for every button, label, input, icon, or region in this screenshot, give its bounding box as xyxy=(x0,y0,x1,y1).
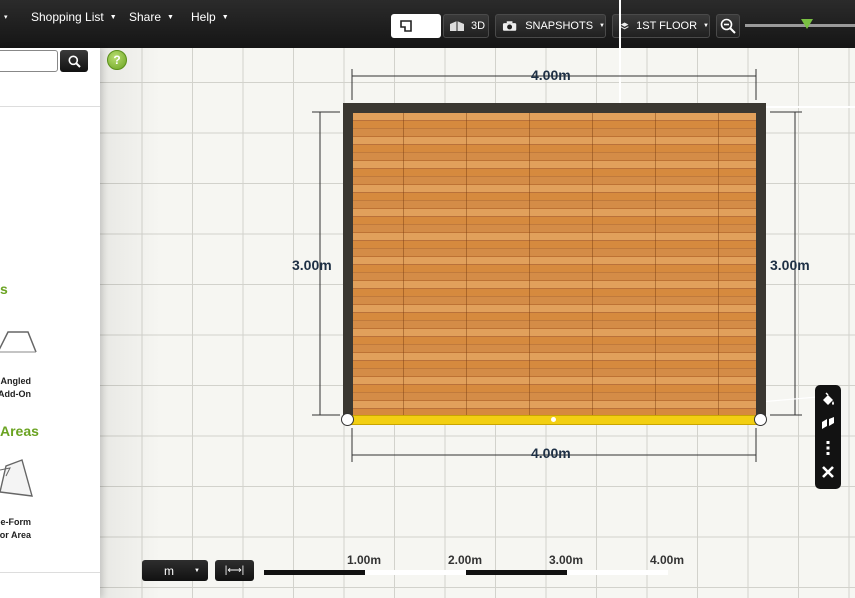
search-icon xyxy=(68,55,81,68)
chevron-down-icon: ▼ xyxy=(194,567,200,574)
measure-icon: |⟷| xyxy=(224,565,245,576)
bottom-dimension-label: 4.00m xyxy=(531,445,571,461)
search-button[interactable] xyxy=(60,50,88,72)
panel-divider xyxy=(0,106,100,107)
top-dimension-label: 4.00m xyxy=(531,67,571,83)
view-3d-button[interactable]: 3D xyxy=(443,14,489,38)
panel-divider-bottom xyxy=(0,572,100,573)
house-3d-icon xyxy=(450,21,464,31)
wall-midpoint-handle[interactable] xyxy=(551,417,556,422)
scale-bar-segment xyxy=(264,570,365,575)
scale-label: 2.00m xyxy=(448,553,483,567)
menu-help[interactable]: Help ▼ xyxy=(191,10,229,24)
view-indicator-frame xyxy=(619,0,855,108)
more-options-icon[interactable] xyxy=(820,440,836,459)
chevron-down-icon: ▼ xyxy=(599,23,605,29)
angled-addon-label[interactable]: Angled Add-On xyxy=(0,375,31,401)
view-2d-button[interactable] xyxy=(391,14,441,38)
close-icon[interactable] xyxy=(820,464,836,483)
section-heading-1: s xyxy=(0,281,8,297)
scale-label: 1.00m xyxy=(347,553,382,567)
scale-bar-segment xyxy=(365,570,466,575)
camera-icon xyxy=(502,21,517,31)
paint-bucket-icon[interactable] xyxy=(820,391,836,411)
chevron-down-icon: ▼ xyxy=(109,14,117,21)
menu-shopping-list-label: Shopping List xyxy=(31,10,104,24)
menu-share[interactable]: Share ▼ xyxy=(129,10,174,24)
view-3d-label: 3D xyxy=(471,20,486,32)
left-panel: s Angled Add-On Areas ee-Form oor Area xyxy=(0,48,100,598)
left-dimension-label: 3.00m xyxy=(292,257,332,273)
section-heading-areas: Areas xyxy=(0,423,39,439)
wall-context-toolbar xyxy=(815,385,841,489)
angled-addon-thumbnail[interactable] xyxy=(0,322,40,362)
wall-endpoint-handle-left[interactable] xyxy=(341,413,354,426)
menu-help-label: Help xyxy=(191,10,216,24)
wall-endpoint-handle-right[interactable] xyxy=(754,413,767,426)
units-select[interactable]: m ▼ xyxy=(142,560,208,581)
measure-tool-button[interactable]: |⟷| xyxy=(215,560,254,581)
units-value: m xyxy=(164,563,174,578)
search-input[interactable] xyxy=(0,50,58,72)
scale-label: 4.00m xyxy=(650,553,685,567)
right-dimension-label: 3.00m xyxy=(770,257,810,273)
scale-bar-segment xyxy=(567,570,668,575)
scale-bar-segment xyxy=(466,570,567,575)
wall-split-icon[interactable] xyxy=(820,416,836,435)
chevron-down-icon: ▼ xyxy=(167,14,174,21)
help-icon[interactable]: ? xyxy=(107,50,127,70)
menu-share-label: Share xyxy=(129,10,162,24)
freeform-floor-thumbnail[interactable] xyxy=(0,456,36,506)
chevron-down-icon: ▼ xyxy=(221,14,229,21)
snapshots-button[interactable]: SNAPSHOTS ▼ xyxy=(495,14,606,38)
scale-label: 3.00m xyxy=(549,553,584,567)
floorplan-icon xyxy=(400,20,412,32)
canvas-shadow xyxy=(100,48,160,598)
freeform-floor-label[interactable]: ee-Form oor Area xyxy=(0,516,31,542)
snapshots-label: SNAPSHOTS xyxy=(525,20,594,32)
menu-edge-caret[interactable]: ▾ xyxy=(0,10,8,24)
wood-floor[interactable] xyxy=(353,113,756,416)
menu-shopping-list[interactable]: Shopping List ▼ xyxy=(31,10,117,24)
